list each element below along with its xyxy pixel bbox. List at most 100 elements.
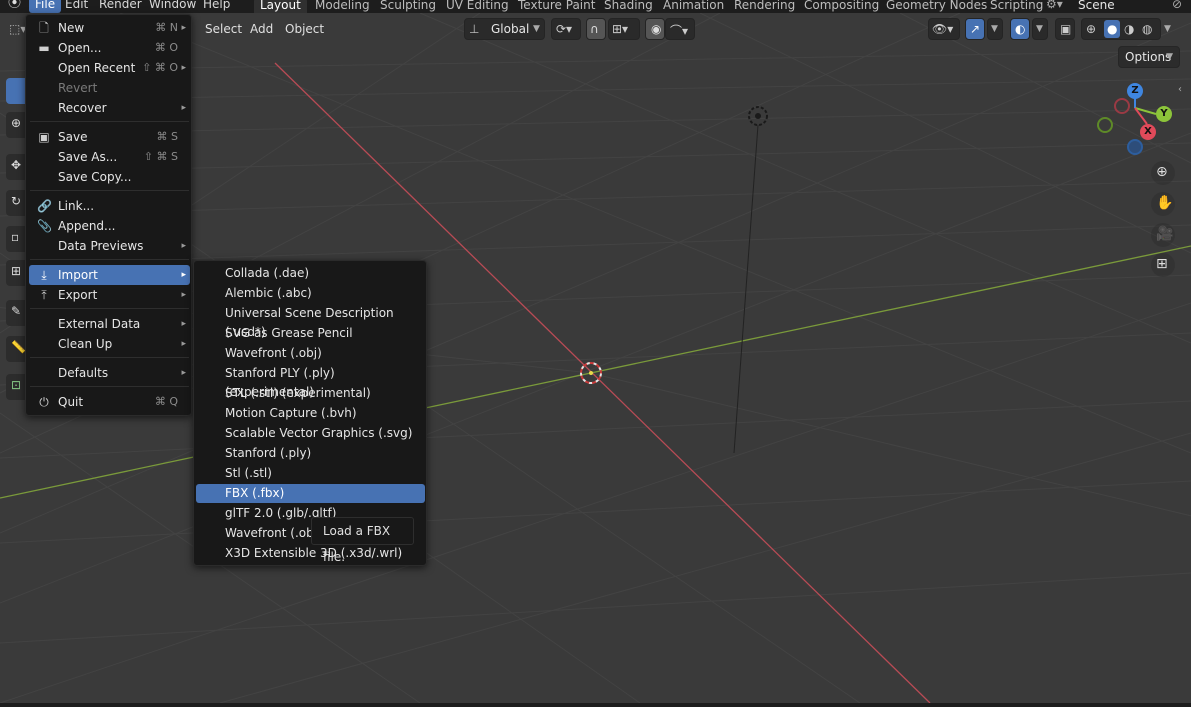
pivot-icon: ⟳▾ [556,22,573,36]
menu-item-new[interactable]: 🗋 New ⌘ N ▸ [29,18,190,38]
solid-shading-icon[interactable]: ● [1104,20,1121,38]
gizmo-y-axis[interactable]: Y [1156,106,1172,122]
top-menu-bar: ⦿ File Edit Render Window Help Layout Mo… [0,0,1191,13]
gizmo-neg-y-axis[interactable] [1097,117,1113,133]
shading-options-chevron-icon[interactable]: ▼ [1158,17,1177,41]
menu-item-open[interactable]: ▬ Open... ⌘ O [29,38,190,58]
tab-texture-paint[interactable]: Texture Paint [512,0,601,13]
menu-item-label: Revert [58,81,98,95]
menu-item-external-data[interactable]: External Data ▸ [29,314,190,334]
import-svg-grease-pencil[interactable]: SVG as Grease Pencil [196,324,425,343]
menu-item-append[interactable]: 📎 Append... [29,216,190,236]
tab-animation[interactable]: Animation [657,0,730,13]
tab-shading[interactable]: Shading [598,0,659,13]
import-icon: ⤓ [41,268,47,282]
import-x3d[interactable]: X3D Extensible 3D (.x3d/.wrl) [196,544,425,563]
menu-item-recover[interactable]: Recover ▸ [29,98,190,118]
menu-select[interactable]: Select [199,17,248,41]
tab-rendering[interactable]: Rendering [728,0,801,13]
tab-uv-editing[interactable]: UV Editing [440,0,515,13]
import-stanford-ply-experimental[interactable]: Stanford PLY (.ply) (experimental) [196,364,425,399]
falloff-dropdown[interactable]: ⌒▾ [665,18,695,40]
snap-target-dropdown[interactable]: ⊞▾ [608,18,640,40]
pivot-point-dropdown[interactable]: ⟳▾ [551,18,581,40]
menu-item-data-previews[interactable]: Data Previews ▸ [29,236,190,256]
pan-button[interactable]: ✋ [1151,192,1175,216]
menu-render[interactable]: Render [93,0,148,13]
xray-toggle[interactable]: ▣ [1055,18,1075,40]
scale-icon: ▫ [11,230,20,244]
menu-item-save-as[interactable]: Save As... ⇧ ⌘ S [29,147,190,167]
menu-item-clean-up[interactable]: Clean Up ▸ [29,334,190,354]
visibility-dropdown[interactable]: 👁▾ [928,18,960,40]
menu-item-label: Clean Up [58,337,113,351]
menu-item-open-recent[interactable]: Open Recent ⇧ ⌘ O ▸ [29,58,190,78]
import-wavefront-obj[interactable]: Wavefront (.obj) [196,344,425,363]
import-fbx[interactable]: FBX (.fbx) [196,484,425,503]
gizmo-neg-x-axis[interactable] [1114,98,1130,114]
file-menu: 🗋 New ⌘ N ▸ ▬ Open... ⌘ O Open Recent ⇧ … [25,14,192,416]
sidebar-toggle-chevron-icon[interactable]: ‹ [1178,84,1182,95]
menu-item-import[interactable]: ⤓ Import ▸ [29,265,190,285]
tab-modeling[interactable]: Modeling [309,0,376,13]
rotate-icon: ↻ [11,194,22,208]
menu-item-save-copy[interactable]: Save Copy... [29,167,190,187]
shortcut-label: ⇧ ⌘ S [143,150,178,163]
tooltip: Load a FBX file. [311,517,414,564]
menu-item-revert: Revert [29,78,190,98]
import-bvh[interactable]: Motion Capture (.bvh) [196,404,425,423]
menu-separator [30,308,189,309]
scene-selector-icon[interactable]: ⚙▾ [1040,0,1069,13]
rendered-shading-icon[interactable]: ◍ [1142,22,1152,36]
ruler-icon: 📏 [11,340,26,354]
gizmo-x-axis[interactable]: X [1140,124,1156,140]
menu-edit[interactable]: Edit [59,0,94,13]
transform-orientation-dropdown[interactable]: ⊥ Global ▼ [464,18,545,40]
blender-logo-icon[interactable]: ⦿ [2,0,27,13]
overlays-toggle[interactable]: ◐ [1010,18,1030,40]
menu-item-defaults[interactable]: Defaults ▸ [29,363,190,383]
menu-window[interactable]: Window [143,0,202,13]
menu-file[interactable]: File [29,0,62,13]
menu-item-label: Recover [58,101,107,115]
chevron-down-icon: ▼ [1166,52,1173,62]
menu-object[interactable]: Object [279,17,330,41]
menu-help[interactable]: Help [197,0,236,13]
import-stl[interactable]: Stl (.stl) [196,464,425,483]
gizmo-dropdown[interactable]: ▼ [987,18,1003,40]
hand-icon: ✋ [1156,195,1174,211]
import-stl-experimental[interactable]: STL (.stl) (experimental) [196,384,425,403]
gizmo-toggle[interactable]: ↗ [965,18,985,40]
import-alembic[interactable]: Alembic (.abc) [196,284,425,303]
options-dropdown[interactable]: Options ▼ [1118,46,1180,68]
camera-view-button[interactable]: 🎥 [1151,223,1175,247]
wireframe-shading-icon[interactable]: ⊕ [1086,22,1096,36]
tab-compositing[interactable]: Compositing [798,0,885,13]
proportional-edit-toggle[interactable]: ◉ [645,18,665,40]
menu-item-link[interactable]: 🔗 Link... [29,196,190,216]
import-svg[interactable]: Scalable Vector Graphics (.svg) [196,424,425,443]
material-shading-icon[interactable]: ◑ [1124,22,1134,36]
tab-geometry-nodes[interactable]: Geometry Nodes [880,0,993,13]
import-stanford-ply[interactable]: Stanford (.ply) [196,444,425,463]
tab-sculpting[interactable]: Sculpting [374,0,442,13]
menu-item-save[interactable]: ▣ Save ⌘ S [29,127,190,147]
menu-item-quit[interactable]: ⏻ Quit ⌘ Q [29,392,190,412]
gizmo-z-axis[interactable]: Z [1127,83,1143,99]
zoom-button[interactable]: ⊕ [1151,161,1175,185]
menu-item-export[interactable]: ⤒ Export ▸ [29,285,190,305]
scene-settings-icon[interactable]: ⊘ [1166,0,1188,13]
transform-icon: ⊞ [11,264,22,278]
import-usd[interactable]: Universal Scene Description (.usd*) [196,304,425,339]
new-file-icon: 🗋 [39,21,49,35]
snap-toggle[interactable]: ∩ [586,18,606,40]
shading-mode-group: ⊕ ● ◑ ◍ [1081,18,1161,40]
folder-icon: ▬ [38,41,50,55]
overlays-dropdown[interactable]: ▼ [1032,18,1048,40]
menu-add[interactable]: Add [244,17,279,41]
tab-layout[interactable]: Layout [254,0,307,13]
import-collada[interactable]: Collada (.dae) [196,264,425,283]
gizmo-neg-z-axis[interactable] [1127,139,1143,155]
menu-item-label: Import [58,268,98,282]
perspective-toggle-button[interactable]: ⊞ [1151,253,1175,277]
